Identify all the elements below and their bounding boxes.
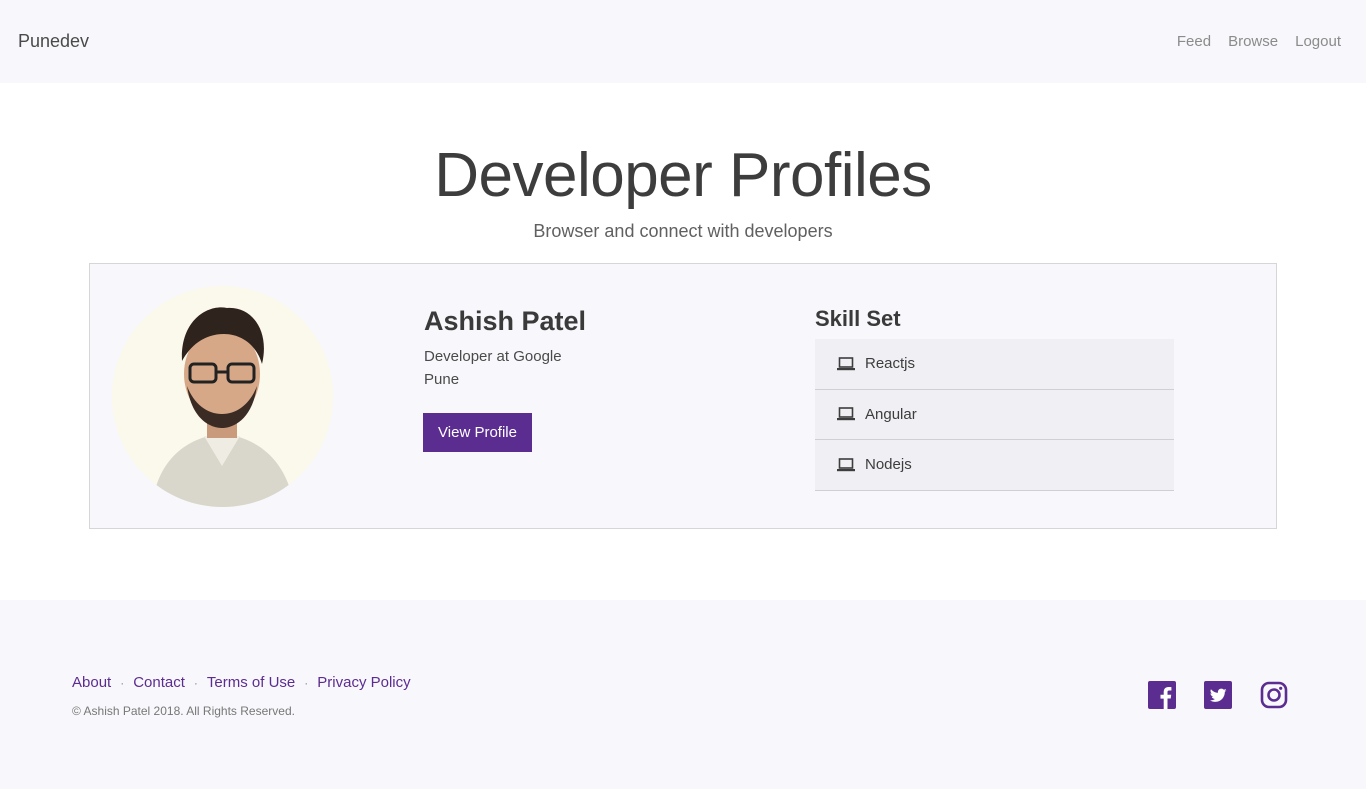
avatar [112, 286, 333, 507]
profile-card: Ashish Patel Developer at Google Pune Vi… [89, 263, 1277, 529]
profile-location: Pune [424, 371, 460, 388]
footer-link-terms[interactable]: Terms of Use [207, 674, 295, 691]
skill-label: Reactjs [865, 355, 916, 373]
nav-links: Feed Browse Logout [1177, 33, 1341, 50]
page-subtitle: Browser and connect with developers [533, 221, 833, 241]
skill-label: Nodejs [865, 456, 912, 474]
list-item: Angular [815, 389, 1174, 440]
nav-link-logout[interactable]: Logout [1295, 33, 1341, 50]
separator: · [120, 675, 125, 690]
instagram-icon[interactable] [1260, 681, 1288, 709]
footer: About · Contact · Terms of Use · Privacy… [0, 600, 1366, 789]
footer-link-contact[interactable]: Contact [133, 674, 185, 691]
social-links [1148, 681, 1288, 709]
skills-title: Skill Set [815, 306, 901, 331]
separator: · [193, 675, 198, 690]
separator: · [304, 675, 309, 690]
profile-name: Ashish Patel [424, 306, 587, 336]
skill-label: Angular [865, 405, 917, 423]
skill-list: Reactjs Angular Nodejs [815, 339, 1174, 491]
list-item: Nodejs [815, 440, 1174, 491]
footer-links: About · Contact · Terms of Use · Privacy… [72, 674, 411, 691]
laptop-icon [837, 407, 855, 421]
facebook-icon[interactable] [1148, 681, 1176, 709]
laptop-icon [837, 457, 855, 472]
brand-logo[interactable]: Punedev [18, 31, 89, 52]
nav-link-browse[interactable]: Browse [1228, 33, 1278, 50]
nav-link-feed[interactable]: Feed [1177, 33, 1211, 50]
view-profile-button[interactable]: View Profile [423, 413, 532, 452]
navbar: Punedev Feed Browse Logout [0, 0, 1366, 83]
list-item: Reactjs [815, 339, 1174, 390]
footer-link-privacy[interactable]: Privacy Policy [317, 674, 410, 691]
twitter-icon[interactable] [1204, 681, 1232, 709]
profile-role: Developer at Google [424, 348, 562, 365]
laptop-icon [837, 356, 855, 371]
page-title: Developer Profiles [434, 141, 932, 210]
copyright: © Ashish Patel 2018. All Rights Reserved… [72, 704, 295, 718]
footer-link-about[interactable]: About [72, 674, 111, 691]
